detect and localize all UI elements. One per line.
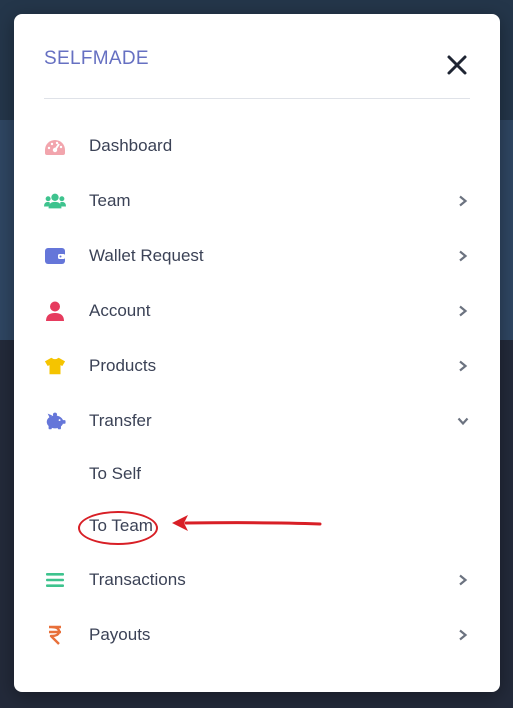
sidebar-item-transfer[interactable]: Transfer	[44, 403, 474, 439]
sidebar-item-label: Dashboard	[89, 136, 173, 155]
brand-logo-text: SELFMADE	[44, 48, 149, 69]
chevron-right-icon	[456, 194, 470, 208]
sidebar-item-team[interactable]: Team	[44, 183, 474, 219]
sidebar-item-dashboard[interactable]: Dashboard	[44, 128, 474, 164]
sidebar-item-label: Products	[89, 356, 157, 375]
sidebar-drawer: SELFMADE Dashboard Team Wallet Request A…	[14, 14, 500, 692]
rupee-icon	[44, 624, 66, 646]
sidebar-item-label: Payouts	[89, 625, 151, 644]
chevron-right-icon	[456, 359, 470, 373]
sidebar-item-label: Account	[89, 301, 151, 320]
sidebar-item-wallet-request[interactable]: Wallet Request	[44, 238, 474, 274]
speedometer-icon	[44, 135, 66, 157]
chevron-right-icon	[456, 628, 470, 642]
close-button[interactable]	[442, 52, 472, 82]
sidebar-item-products[interactable]: Products	[44, 348, 474, 384]
chevron-right-icon	[456, 573, 470, 587]
header-divider	[44, 98, 470, 99]
sidebar-item-label: Team	[89, 191, 131, 210]
submenu-item-label: To Self	[89, 464, 141, 483]
annotation-arrow	[172, 515, 322, 531]
chevron-down-icon	[456, 414, 470, 428]
user-icon	[44, 300, 66, 322]
sidebar-item-label: Transfer	[89, 411, 152, 430]
sidebar-item-label: Wallet Request	[89, 246, 204, 265]
piggy-bank-icon	[44, 410, 66, 432]
submenu-item-to-self[interactable]: To Self	[89, 459, 141, 489]
wallet-icon	[44, 245, 66, 267]
list-icon	[44, 569, 66, 591]
sidebar-item-transactions[interactable]: Transactions	[44, 562, 474, 598]
sidebar-item-account[interactable]: Account	[44, 293, 474, 329]
chevron-right-icon	[456, 249, 470, 263]
sidebar-item-label: Transactions	[89, 570, 186, 589]
close-icon	[446, 54, 468, 80]
chevron-right-icon	[456, 304, 470, 318]
tshirt-icon	[44, 355, 66, 377]
users-icon	[44, 190, 66, 212]
highlight-ellipse	[78, 511, 158, 545]
sidebar-item-payouts[interactable]: Payouts	[44, 617, 474, 653]
